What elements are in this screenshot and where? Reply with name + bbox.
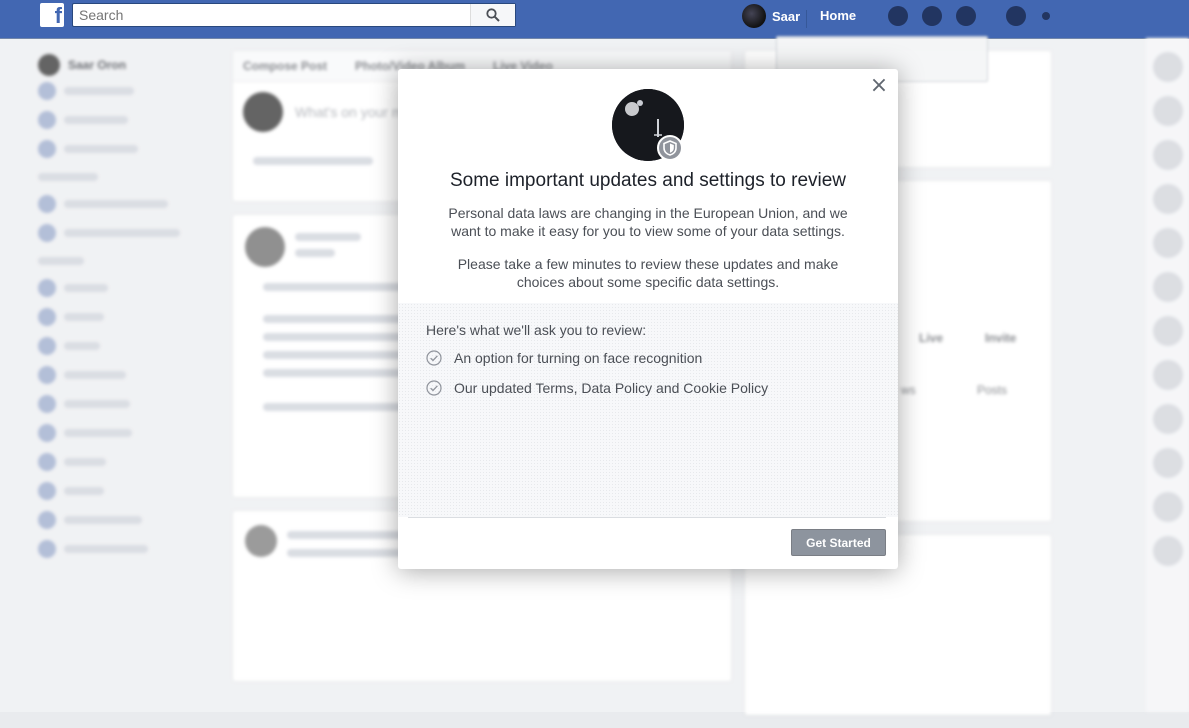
review-list-panel: Here's what we'll ask you to review: An … bbox=[398, 303, 898, 517]
messages-icon[interactable] bbox=[922, 6, 942, 26]
search-button[interactable] bbox=[470, 4, 515, 26]
home-link[interactable]: Home bbox=[820, 8, 856, 23]
privacy-review-dialog: × Some important updates and settings to… bbox=[398, 69, 898, 569]
facebook-logo[interactable]: f bbox=[40, 3, 64, 27]
dialog-instructions: Please take a few minutes to review thes… bbox=[457, 256, 839, 290]
dialog-description: Personal data laws are changing in the E… bbox=[448, 205, 848, 239]
search-icon bbox=[486, 8, 500, 22]
top-navigation-bar: f Saar Home bbox=[0, 0, 1189, 39]
shield-icon bbox=[657, 135, 683, 161]
review-item-label: An option for turning on face recognitio… bbox=[454, 350, 703, 366]
quick-help-icon[interactable] bbox=[1006, 6, 1026, 26]
review-item: Our updated Terms, Data Policy and Cooki… bbox=[426, 380, 768, 396]
footer-divider bbox=[408, 517, 886, 518]
notifications-icon[interactable] bbox=[956, 6, 976, 26]
friend-requests-icon[interactable] bbox=[888, 6, 908, 26]
review-heading: Here's what we'll ask you to review: bbox=[426, 322, 647, 338]
dialog-title: Some important updates and settings to r… bbox=[449, 170, 847, 191]
close-button[interactable]: × bbox=[869, 75, 889, 97]
review-item-label: Our updated Terms, Data Policy and Cooki… bbox=[454, 380, 769, 396]
search-box bbox=[72, 3, 516, 27]
get-started-button[interactable]: Get Started bbox=[791, 529, 886, 556]
check-circle-icon bbox=[426, 380, 442, 396]
profile-name: Saar bbox=[772, 8, 801, 24]
profile-link[interactable]: Saar bbox=[742, 4, 800, 28]
account-menu-icon[interactable] bbox=[1042, 12, 1050, 20]
search-input[interactable] bbox=[73, 4, 475, 26]
nav-divider bbox=[806, 10, 807, 28]
avatar bbox=[742, 4, 766, 28]
check-circle-icon bbox=[426, 350, 442, 366]
review-item: An option for turning on face recognitio… bbox=[426, 350, 702, 366]
